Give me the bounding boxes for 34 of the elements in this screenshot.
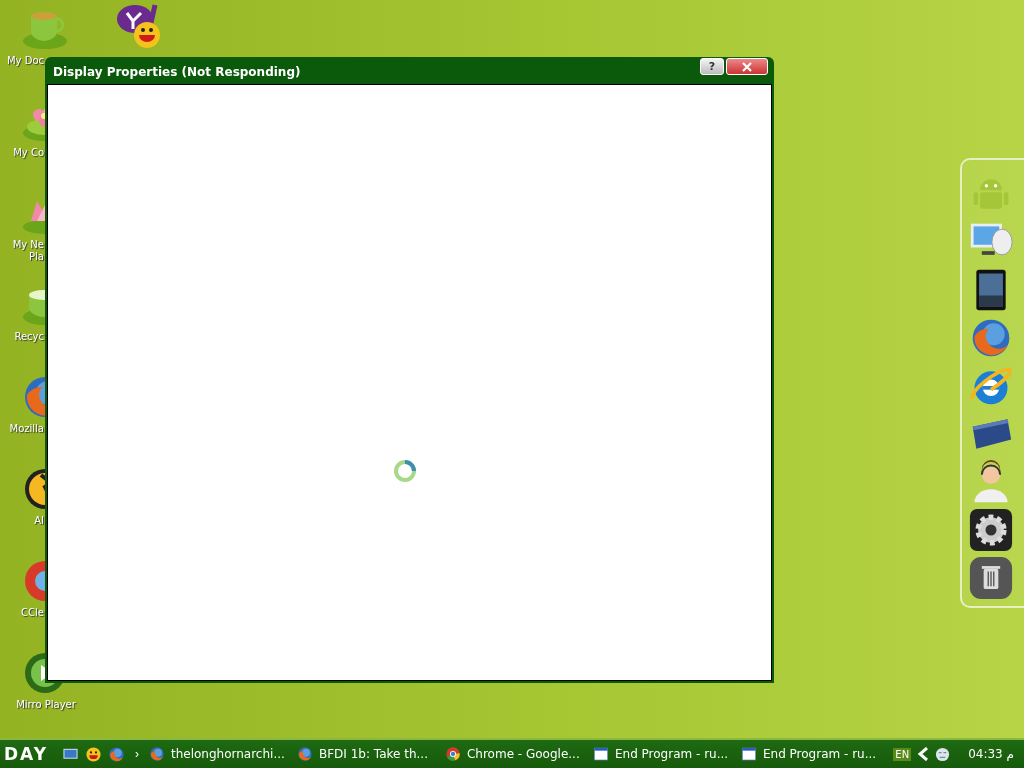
icon-label: Mirro Player xyxy=(15,699,77,711)
clock: 04:33 م xyxy=(968,747,1014,761)
icon-label: Mozilla xyxy=(8,423,44,435)
face-icon[interactable] xyxy=(935,746,951,762)
firefox-icon xyxy=(296,746,313,762)
start-button[interactable]: DAY xyxy=(0,744,62,764)
messenger-icon xyxy=(115,3,163,51)
loading-spinner-icon xyxy=(393,459,417,483)
taskbar-button[interactable]: End Program - ru... xyxy=(592,746,741,762)
firefox-icon xyxy=(107,745,125,763)
settings-icon xyxy=(969,508,1013,552)
help-button[interactable]: ? xyxy=(700,58,724,75)
icon-label: My Co xyxy=(12,147,44,159)
close-icon xyxy=(741,61,753,72)
icon-label: Recyc xyxy=(13,331,44,343)
icon-label: My Ne Pla xyxy=(11,239,44,263)
window-title: Display Properties (Not Responding) xyxy=(53,64,302,79)
taskbar-button[interactable]: thelonghornarchi... xyxy=(148,746,297,762)
icon-label: CCle xyxy=(20,607,44,619)
taskbar-button[interactable]: Chrome - Google... xyxy=(444,746,593,762)
smiley-icon xyxy=(84,745,102,763)
more-button[interactable]: › xyxy=(124,747,149,761)
chevron-icon[interactable] xyxy=(917,747,930,761)
taskbar-button[interactable]: End Program - ru... xyxy=(740,746,889,762)
chrome-icon xyxy=(444,746,461,762)
icon-label: My Doc xyxy=(5,55,44,67)
window-icon xyxy=(592,746,609,762)
window-icon xyxy=(740,746,757,762)
firefox-icon xyxy=(148,746,165,762)
trash-icon xyxy=(969,556,1013,600)
taskbar-button[interactable]: BFDI 1b: Take th... xyxy=(296,746,445,762)
close-button[interactable] xyxy=(726,58,768,75)
language-indicator[interactable]: EN xyxy=(893,747,912,761)
icon-label: AI xyxy=(33,515,44,527)
